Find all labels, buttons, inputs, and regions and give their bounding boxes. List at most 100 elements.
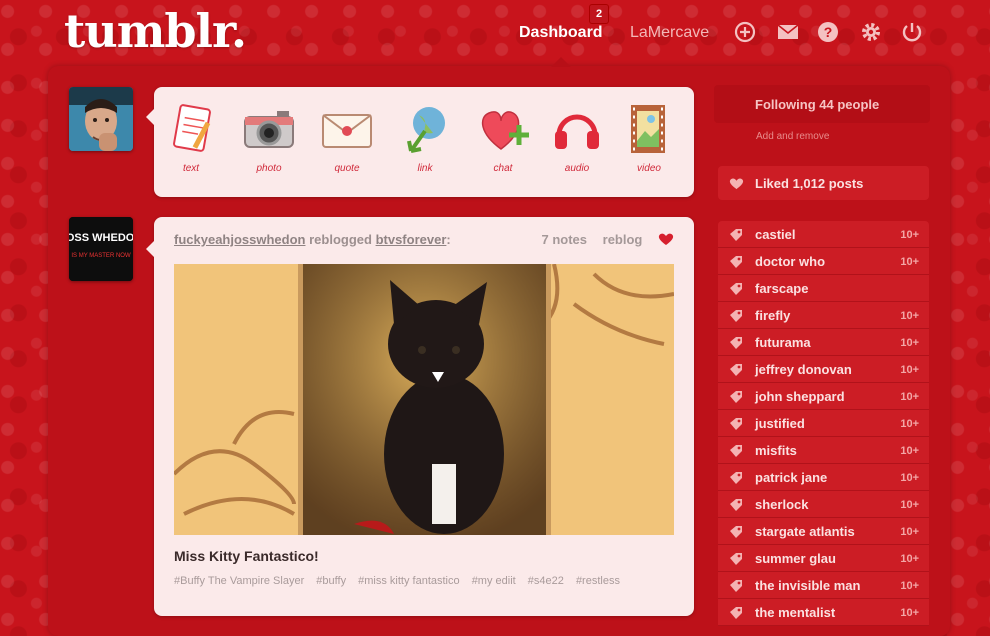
post-type-quote[interactable]: quote <box>316 101 378 174</box>
tag-icon <box>730 283 742 295</box>
tracked-tag-john-sheppard[interactable]: john sheppard 10+ <box>718 383 929 410</box>
plus-circle-icon[interactable] <box>733 20 757 44</box>
tracked-tag-farscape[interactable]: farscape <box>718 275 929 302</box>
reblog-action-text: reblogged <box>309 232 372 247</box>
tag-count: 10+ <box>900 499 919 511</box>
tag-icon <box>730 526 742 538</box>
post-controls: 7 notes reblog <box>530 232 675 247</box>
tracked-tag-castiel[interactable]: castiel 10+ <box>718 221 929 248</box>
tag-name: john sheppard <box>755 389 845 404</box>
tracked-tag-doctor-who[interactable]: doctor who 10+ <box>718 248 929 275</box>
reblog-link[interactable]: reblog <box>603 232 643 247</box>
power-icon[interactable] <box>900 20 924 44</box>
user-avatar[interactable] <box>69 87 133 151</box>
post-type-label: chat <box>493 163 513 174</box>
reblogger-avatar[interactable]: JOSS WHEDON IS MY MASTER NOW <box>69 217 133 281</box>
tracked-tag-stargate-atlantis[interactable]: stargate atlantis 10+ <box>718 518 929 545</box>
tag-name: justified <box>755 416 805 431</box>
post-header: fuckyeahjosswhedon reblogged btvsforever… <box>174 232 451 247</box>
envelope-icon[interactable] <box>776 20 800 44</box>
post-tag[interactable]: #s4e22 <box>528 575 564 587</box>
new-post-box: text photo quote link chat audio video <box>146 87 694 197</box>
post-type-text[interactable]: text <box>160 101 222 174</box>
joss-whedon-avatar-art: JOSS WHEDON IS MY MASTER NOW <box>69 217 133 281</box>
heart-icon <box>729 178 744 190</box>
post-photo[interactable] <box>174 264 674 535</box>
tag-count: 10+ <box>900 553 919 565</box>
tag-count: 10+ <box>900 418 919 430</box>
nav-pointer <box>551 57 571 67</box>
svg-text:JOSS WHEDON: JOSS WHEDON <box>69 232 133 244</box>
tag-icon <box>730 553 742 565</box>
add-remove-link[interactable]: Add and remove <box>756 131 829 142</box>
svg-text:?: ? <box>824 24 833 40</box>
post-type-label: video <box>637 163 661 174</box>
tag-count: 10+ <box>900 580 919 592</box>
tag-name: the mentalist <box>755 605 836 620</box>
post-tag[interactable]: #miss kitty fantastico <box>358 575 459 587</box>
portrait-icon <box>69 87 133 151</box>
tracked-tag-justified[interactable]: justified 10+ <box>718 410 929 437</box>
tag-name: castiel <box>755 227 796 242</box>
nav-user-link[interactable]: LaMercave <box>630 24 709 42</box>
heart-plus-icon <box>481 111 529 150</box>
svg-text:IS MY MASTER NOW: IS MY MASTER NOW <box>71 253 131 259</box>
headphones-icon <box>555 114 599 149</box>
tag-count: 10+ <box>900 310 919 322</box>
tracked-tag-firefly[interactable]: firefly 10+ <box>718 302 929 329</box>
gear-icon[interactable] <box>859 20 883 44</box>
notification-badge: 2 <box>589 4 609 24</box>
tag-name: firefly <box>755 308 791 323</box>
post-tag[interactable]: #Buffy The Vampire Slayer <box>174 575 304 587</box>
tracked-tags-list: castiel 10+ doctor who 10+ farscape fire… <box>718 221 929 626</box>
camera-icon <box>244 111 294 148</box>
tracked-tag-the-mentalist[interactable]: the mentalist 10+ <box>718 599 929 626</box>
post-type-audio[interactable]: audio <box>546 101 608 174</box>
like-heart-icon[interactable] <box>658 232 674 246</box>
post-tag[interactable]: #my ediit <box>472 575 516 587</box>
following-button[interactable]: Following 44 people <box>714 85 930 123</box>
tag-name: patrick jane <box>755 470 828 485</box>
notes-link[interactable]: 7 notes <box>542 232 588 247</box>
liked-posts-button[interactable]: Liked 1,012 posts <box>718 166 929 200</box>
post-type-label: photo <box>256 163 282 174</box>
nav-dashboard-link[interactable]: Dashboard <box>519 24 603 42</box>
post-tag[interactable]: #restless <box>576 575 620 587</box>
tag-icon <box>730 391 742 403</box>
author-link[interactable]: fuckyeahjosswhedon <box>174 232 305 247</box>
post-type-photo[interactable]: photo <box>238 101 300 174</box>
tracked-tag-misfits[interactable]: misfits 10+ <box>718 437 929 464</box>
tracked-tag-patrick-jane[interactable]: patrick jane 10+ <box>718 464 929 491</box>
post-type-label: quote <box>334 163 360 174</box>
tracked-tag-summer-glau[interactable]: summer glau 10+ <box>718 545 929 572</box>
tag-icon <box>730 418 742 430</box>
tag-name: doctor who <box>755 254 826 269</box>
following-label: Following 44 people <box>755 97 880 112</box>
tag-name: sherlock <box>755 497 809 512</box>
post-type-chat[interactable]: chat <box>472 101 534 174</box>
tag-count: 10+ <box>900 256 919 268</box>
tag-name: farscape <box>755 281 809 296</box>
tag-name: futurama <box>755 335 811 350</box>
post-tag[interactable]: #buffy <box>316 575 346 587</box>
tracked-tag-jeffrey-donovan[interactable]: jeffrey donovan 10+ <box>718 356 929 383</box>
tag-count: 10+ <box>900 445 919 457</box>
tag-icon <box>730 580 742 592</box>
tracked-tag-sherlock[interactable]: sherlock 10+ <box>718 491 929 518</box>
tracked-tag-the-invisible-man[interactable]: the invisible man 10+ <box>718 572 929 599</box>
tag-count: 10+ <box>900 391 919 403</box>
tracked-tag-futurama[interactable]: futurama 10+ <box>718 329 929 356</box>
post-type-link[interactable]: link <box>394 101 456 174</box>
notepad-icon <box>173 104 211 152</box>
help-icon[interactable]: ? <box>816 20 840 44</box>
tag-name: misfits <box>755 443 797 458</box>
tag-icon <box>730 472 742 484</box>
tag-count: 10+ <box>900 526 919 538</box>
globe-arrow-icon <box>407 107 445 153</box>
tag-icon <box>730 337 742 349</box>
tag-count: 10+ <box>900 364 919 376</box>
post-type-video[interactable]: video <box>618 101 680 174</box>
tag-icon <box>730 310 742 322</box>
source-link[interactable]: btvsforever <box>376 232 447 247</box>
tumblr-logo[interactable]: tumblr. <box>64 4 247 58</box>
